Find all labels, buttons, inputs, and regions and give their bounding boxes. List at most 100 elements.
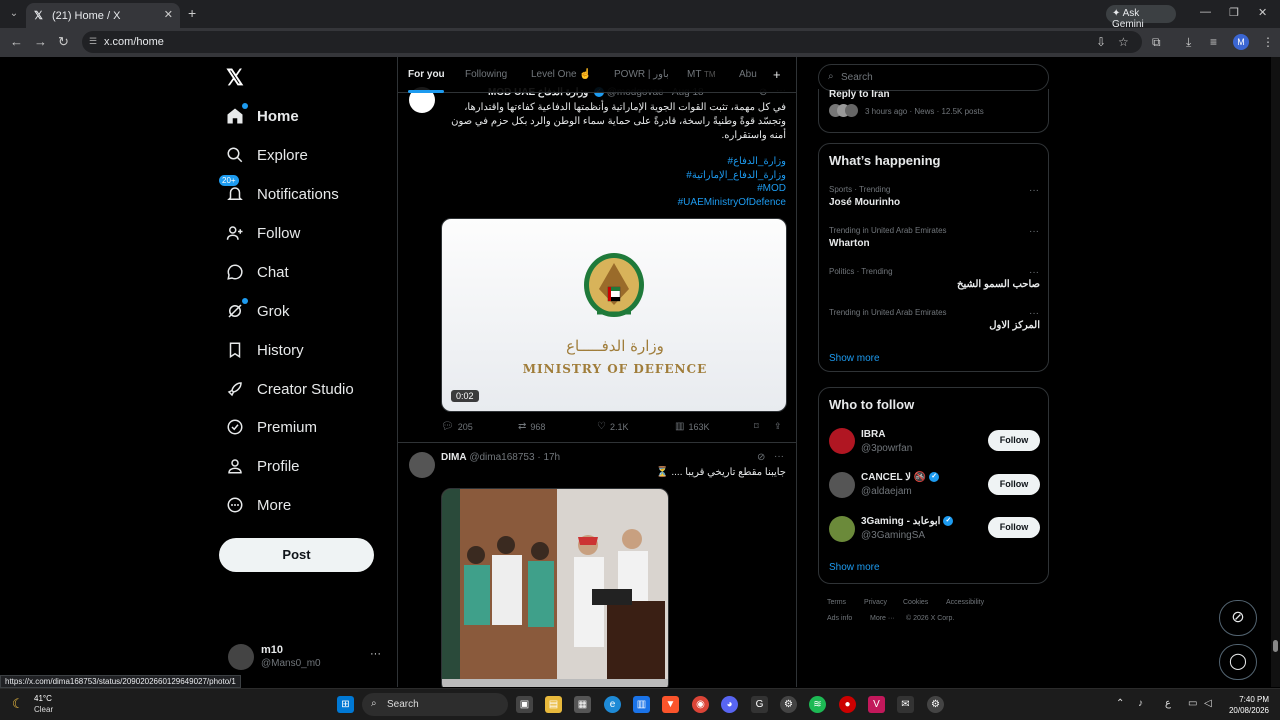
- tab-search-icon[interactable]: ⌄: [6, 6, 22, 22]
- microphone-icon[interactable]: ♪: [1138, 698, 1143, 709]
- task-view-icon[interactable]: ▣: [516, 696, 533, 713]
- nav-follow[interactable]: Follow: [224, 216, 300, 250]
- app-settings-icon[interactable]: ⚙: [927, 696, 944, 713]
- more-dots-icon[interactable]: ···: [1029, 226, 1039, 237]
- tab-mt[interactable]: MT TM: [687, 69, 716, 80]
- tab-close-icon[interactable]: ✕: [164, 8, 173, 21]
- search-input[interactable]: ⌕ Search: [818, 64, 1049, 91]
- recorder-icon[interactable]: ●: [839, 696, 856, 713]
- close-window-icon[interactable]: ✕: [1258, 6, 1267, 19]
- file-explorer-icon[interactable]: ▤: [545, 696, 562, 713]
- show-more-link[interactable]: Show more: [829, 562, 880, 573]
- share-icon[interactable]: ⇪: [774, 421, 782, 432]
- mail-icon[interactable]: ✉: [897, 696, 914, 713]
- follow-button[interactable]: Follow: [988, 474, 1040, 495]
- windows-start-icon[interactable]: ⊞: [337, 696, 354, 713]
- tray-overflow-icon[interactable]: ⌃: [1116, 698, 1124, 709]
- taskbar-date[interactable]: 20/08/2026: [1225, 706, 1269, 715]
- show-more-link[interactable]: Show more: [829, 353, 880, 364]
- extensions-icon[interactable]: ⧉: [1152, 35, 1161, 50]
- tab-abu[interactable]: Abu: [739, 69, 757, 80]
- chrome-icon[interactable]: ◉: [692, 696, 709, 713]
- tweet-photo[interactable]: [441, 488, 669, 687]
- reply-button[interactable]: 💬︎ 205: [441, 421, 473, 432]
- downloads-icon[interactable]: ⤓: [1186, 35, 1191, 50]
- minimize-icon[interactable]: —: [1200, 6, 1211, 18]
- steam-icon[interactable]: ⚙: [780, 696, 797, 713]
- repost-button[interactable]: ⇄ 968: [518, 421, 545, 432]
- address-bar[interactable]: ☰ x.com/home: [82, 31, 1142, 53]
- grok-icon[interactable]: ⊘: [757, 452, 765, 463]
- tab-level-one[interactable]: Level One ☝: [531, 69, 592, 80]
- g-app-icon[interactable]: G: [751, 696, 768, 713]
- volume-icon[interactable]: ◁: [1204, 698, 1212, 709]
- views-button[interactable]: ▥ 163K: [675, 421, 709, 432]
- taskbar-time[interactable]: 7:40 PM: [1225, 695, 1269, 704]
- network-icon[interactable]: ▭: [1188, 698, 1197, 709]
- taskbar-search[interactable]: ⌕ Search: [362, 693, 508, 716]
- more-dots-icon[interactable]: ···: [774, 451, 784, 462]
- page-scrollbar[interactable]: [1271, 57, 1280, 687]
- footer-terms[interactable]: Terms: [827, 599, 846, 606]
- more-dots-icon[interactable]: ···: [1029, 308, 1039, 319]
- nav-more[interactable]: More: [224, 488, 291, 522]
- nav-home[interactable]: Home: [224, 99, 299, 133]
- nav-grok[interactable]: Grok: [224, 294, 290, 328]
- forward-icon[interactable]: →: [34, 34, 47, 49]
- add-tab-icon[interactable]: +: [773, 67, 781, 82]
- bookmark-star-icon[interactable]: ☆: [1118, 35, 1129, 49]
- follow-button[interactable]: Follow: [988, 517, 1040, 538]
- bookmark-icon[interactable]: ⌑: [754, 421, 759, 432]
- video-player[interactable]: وزارة الدفـــــاع MINISTRY OF DEFENCE 0:…: [441, 218, 787, 412]
- brave-icon[interactable]: ▼: [662, 696, 679, 713]
- spotify-icon[interactable]: ≋: [809, 696, 826, 713]
- more-dots-icon[interactable]: ···: [1029, 185, 1039, 196]
- like-button[interactable]: ♡ 2.1K: [597, 421, 628, 432]
- app-v-icon[interactable]: V: [868, 696, 885, 713]
- nav-history[interactable]: History: [224, 333, 304, 367]
- calculator-icon[interactable]: ▥: [633, 696, 650, 713]
- tab-following[interactable]: Following: [465, 69, 507, 80]
- footer-privacy[interactable]: Privacy: [864, 599, 887, 606]
- tab-powr[interactable]: POWR | باور: [614, 69, 669, 80]
- nav-notifications[interactable]: 20+ Notifications: [219, 175, 339, 211]
- ask-gemini-button[interactable]: ✦ Ask Gemini: [1106, 5, 1176, 30]
- nav-creator-studio[interactable]: Creator Studio: [224, 372, 354, 406]
- edge-icon[interactable]: e: [604, 696, 621, 713]
- nav-explore[interactable]: Explore: [224, 138, 308, 172]
- hashtag-link[interactable]: #وزارة_الدفاع_الإماراتية: [486, 170, 786, 181]
- follow-button[interactable]: Follow: [988, 430, 1040, 451]
- discord-icon[interactable]: ◕: [721, 696, 738, 713]
- new-tab-icon[interactable]: +: [188, 5, 196, 21]
- x-logo-icon[interactable]: 𝕏: [226, 65, 244, 91]
- footer-accessibility[interactable]: Accessibility: [946, 599, 984, 606]
- news-panel[interactable]: Reply to Iran 3 hours ago · News · 12.5K…: [818, 89, 1049, 133]
- chat-fab-icon[interactable]: ◯: [1219, 644, 1257, 680]
- keyboard-language[interactable]: ع: [1165, 698, 1171, 709]
- more-dots-icon[interactable]: ···: [1029, 267, 1039, 278]
- browser-profile-avatar[interactable]: M: [1233, 34, 1249, 50]
- scrollbar-thumb[interactable]: [1273, 640, 1278, 652]
- site-info-icon[interactable]: ☰: [89, 36, 97, 47]
- browser-tab[interactable]: 𝕏 (21) Home / X ✕: [26, 3, 180, 28]
- browser-menu-icon[interactable]: ⋮: [1262, 35, 1274, 49]
- install-app-icon[interactable]: ⇩: [1096, 35, 1106, 49]
- nav-chat[interactable]: Chat: [224, 255, 289, 289]
- grok-fab-icon[interactable]: ⊘: [1219, 600, 1257, 636]
- footer-cookies[interactable]: Cookies: [903, 599, 928, 606]
- hashtag-link[interactable]: #وزارة_الدفاع: [486, 156, 787, 167]
- post-button[interactable]: Post: [219, 538, 374, 572]
- footer-more[interactable]: More ···: [870, 615, 895, 622]
- maximize-icon[interactable]: ❐: [1229, 6, 1239, 19]
- nav-profile[interactable]: Profile: [224, 449, 300, 483]
- store-icon[interactable]: ▦: [574, 696, 591, 713]
- hashtag-link[interactable]: #UAEMinistryOfDefence: [486, 197, 786, 208]
- account-switcher[interactable]: m10 @Mans0_m0 ···: [228, 644, 388, 674]
- tab-for-you[interactable]: For you: [408, 69, 445, 80]
- footer-ads-info[interactable]: Ads info: [827, 615, 852, 622]
- media-control-icon[interactable]: ≡: [1210, 35, 1217, 49]
- reload-icon[interactable]: ↻: [58, 34, 69, 50]
- nav-premium[interactable]: Premium: [224, 410, 317, 444]
- hashtag-link[interactable]: #MOD: [486, 183, 786, 194]
- more-dots-icon[interactable]: ···: [370, 648, 381, 660]
